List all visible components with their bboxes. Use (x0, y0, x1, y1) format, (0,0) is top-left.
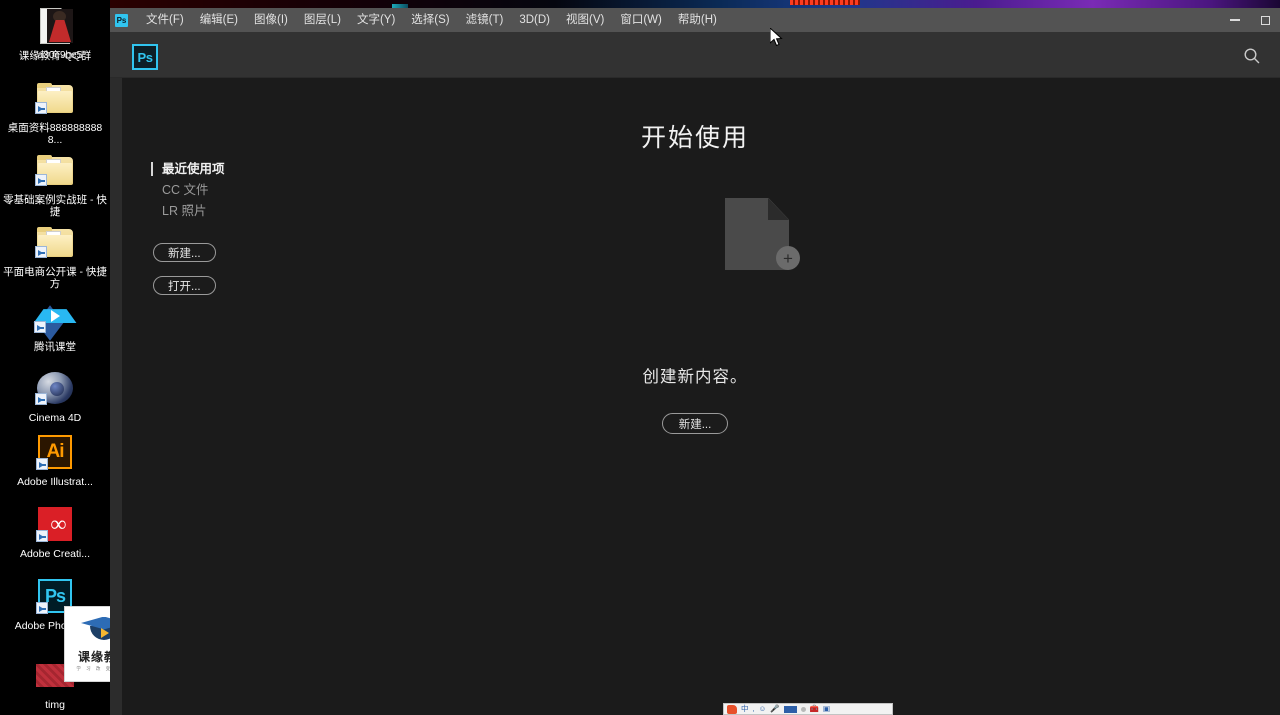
desktop-icon-label: timg (45, 699, 65, 711)
minimize-button[interactable] (1220, 8, 1250, 32)
shortcut-badge-icon (36, 602, 48, 614)
desktop-icon-photo-a30e9be5[interactable]: a30e9be5 (32, 6, 88, 62)
shortcut-badge-icon (35, 393, 47, 405)
create-new-cta-label: 新建... (661, 413, 729, 434)
menu-file[interactable]: 文件(F) (138, 8, 192, 32)
desktop-icon-folder-desktop-data[interactable]: 桌面资料8888888888... (0, 78, 110, 146)
app-header-bar: Ps (110, 32, 1280, 78)
desktop-icon-label: 平面电商公开课 - 快捷方 (3, 266, 107, 290)
menu-window[interactable]: 窗口(W) (612, 8, 670, 32)
desktop[interactable]: 课缘教育-QQ群 a30e9be5 桌面资料8888888888... 零基础案… (0, 0, 144, 715)
photoshop-window: Ps 文件(F) 编辑(E) 图像(I) 图层(L) 文字(Y) 选择(S) 滤… (110, 8, 1280, 715)
shortcut-badge-icon (34, 321, 46, 333)
recent-tab-cc-files[interactable]: CC 文件 (151, 181, 381, 199)
desktop-icon-tencent-classroom[interactable]: 腾讯课堂 (0, 297, 110, 353)
search-icon[interactable] (1242, 46, 1262, 66)
chinese-mode-icon[interactable]: 中 (741, 704, 749, 714)
desktop-icon-label: Cinema 4D (28, 412, 82, 424)
desktop-icon-adobe-creative-cloud[interactable]: ∞ Adobe Creati... (0, 504, 110, 560)
desktop-icon-folder-beginner-class[interactable]: 零基础案例实战班 - 快捷 (0, 150, 110, 218)
shortcut-badge-icon (36, 458, 48, 470)
page-title: 开始使用 (640, 124, 749, 152)
folder-icon (35, 78, 75, 118)
plus-icon: + (776, 246, 800, 270)
left-rail (110, 78, 122, 715)
glow-red-segment (790, 0, 860, 5)
comma-icon[interactable]: , (753, 704, 755, 714)
photoshop-logo-icon: Ps (132, 44, 158, 70)
new-file-button[interactable]: 新建... (153, 243, 216, 262)
recent-tab-lr-photos[interactable]: LR 照片 (151, 202, 381, 220)
photo-thumbnail-icon (40, 6, 80, 46)
ime-toolbar[interactable]: 中 , ☺ 🎤 🧰 ▣ (723, 703, 893, 715)
microphone-icon[interactable]: 🎤 (770, 704, 779, 714)
screen: 课缘教育-QQ群 a30e9be5 桌面资料8888888888... 零基础案… (0, 0, 1280, 715)
recent-tab-recent-items[interactable]: 最近使用项 (151, 160, 381, 178)
desktop-icon-label: 腾讯课堂 (34, 341, 76, 353)
menu-type[interactable]: 文字(Y) (349, 8, 403, 32)
menu-view[interactable]: 视图(V) (558, 8, 612, 32)
desktop-icon-label: Adobe Creati... (19, 548, 91, 560)
app-icon: Ps (115, 13, 128, 27)
menu-select[interactable]: 选择(S) (403, 8, 457, 32)
start-workspace: 最近使用项 CC 文件 LR 照片 新建... 打开... 开始使用 + 创建新… (110, 78, 1280, 715)
recent-tabs-list: 最近使用项 CC 文件 LR 照片 (151, 160, 381, 223)
folder-icon (35, 150, 75, 190)
desktop-icon-cinema4d[interactable]: Cinema 4D (0, 368, 110, 424)
desktop-icon-label: Adobe Illustrat... (17, 476, 93, 488)
empty-state-message: 创建新内容。 (642, 368, 748, 386)
desktop-icon-adobe-illustrator[interactable]: Ai Adobe Illustrat... (0, 432, 110, 488)
menu-3d[interactable]: 3D(D) (511, 8, 558, 32)
smiley-icon[interactable]: ☺ (759, 704, 767, 714)
mouse-cursor (769, 26, 784, 48)
desktop-icon-label: 桌面资料8888888888... (7, 122, 103, 146)
cinema4d-icon (35, 368, 75, 408)
menu-edit[interactable]: 编辑(E) (192, 8, 246, 32)
desktop-icon-label: 零基础案例实战班 - 快捷 (3, 194, 107, 218)
desktop-icon-folder-ecommerce-class[interactable]: 平面电商公开课 - 快捷方 (0, 222, 110, 290)
menu-filter[interactable]: 滤镜(T) (458, 8, 512, 32)
maximize-button[interactable] (1250, 8, 1280, 32)
menu-bar: Ps 文件(F) 编辑(E) 图像(I) 图层(L) 文字(Y) 选择(S) 滤… (110, 8, 1280, 32)
dot-icon[interactable] (800, 706, 806, 712)
open-file-button[interactable]: 打开... (153, 276, 216, 295)
sogou-logo-icon[interactable] (727, 704, 737, 714)
keyboard-icon[interactable] (783, 705, 797, 713)
window-controls (1220, 8, 1280, 32)
shortcut-badge-icon (35, 102, 47, 114)
shortcut-badge-icon (36, 530, 48, 542)
panel-icon[interactable]: ▣ (823, 704, 830, 714)
open-file-button-label: 打开... (153, 276, 216, 295)
create-new-cta[interactable]: 新建... (110, 413, 1280, 434)
adobe-creative-cloud-icon: ∞ (35, 504, 75, 544)
shortcut-badge-icon (35, 246, 47, 258)
folder-icon (35, 222, 75, 262)
new-document-icon: + (725, 198, 805, 280)
menu-help[interactable]: 帮助(H) (670, 8, 725, 32)
toolbox-icon[interactable]: 🧰 (810, 704, 819, 714)
tencent-classroom-icon (33, 297, 77, 341)
adobe-illustrator-icon: Ai (35, 432, 75, 472)
shortcut-badge-icon (35, 174, 47, 186)
new-file-button-label: 新建... (153, 243, 216, 262)
menu-image[interactable]: 图像(I) (246, 8, 296, 32)
screen-edge-glow (110, 0, 1280, 8)
menu-layer[interactable]: 图层(L) (296, 8, 349, 32)
desktop-icon-label: a30e9be5 (37, 50, 83, 61)
